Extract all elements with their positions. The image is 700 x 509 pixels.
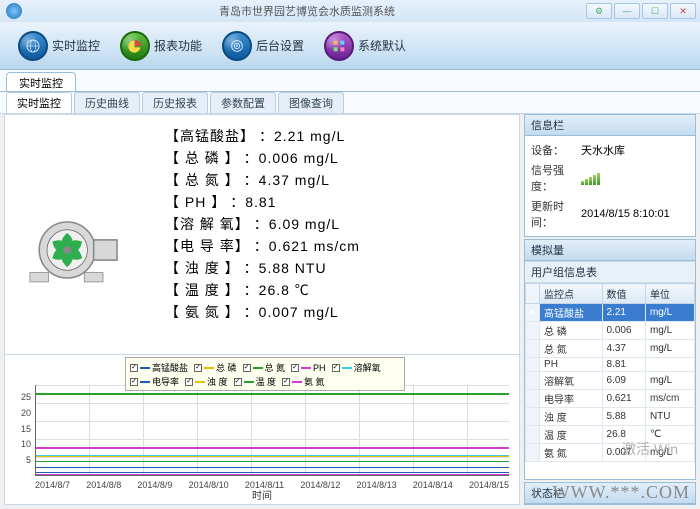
col-value[interactable]: 数值 bbox=[602, 284, 645, 304]
apps-icon bbox=[324, 31, 354, 61]
right-column: 信息栏 设备： 天水水库 信号强度： 更新时间： 2014/8/15 bbox=[524, 114, 696, 505]
legend-item[interactable]: ✓电导率 bbox=[130, 376, 179, 388]
info-panel: 信息栏 设备： 天水水库 信号强度： 更新时间： 2014/8/15 bbox=[524, 114, 696, 237]
window-minimize-button[interactable]: — bbox=[614, 3, 640, 19]
reading-line: 【溶 解 氧】：6.09 mg/L bbox=[165, 213, 360, 235]
signal-strength-icon bbox=[581, 171, 689, 185]
legend-item[interactable]: ✓氨 氮 bbox=[282, 376, 325, 388]
globe-icon bbox=[18, 31, 48, 61]
toolbar-default-button[interactable]: 系统默认 bbox=[316, 27, 414, 65]
device-label: 设备： bbox=[531, 142, 581, 158]
table-row[interactable]: 温 度26.8℃ bbox=[526, 426, 695, 444]
chart-plot-area[interactable] bbox=[35, 385, 509, 476]
col-unit[interactable]: 单位 bbox=[645, 284, 694, 304]
table-row[interactable]: 总 磷0.006mg/L bbox=[526, 322, 695, 340]
reading-line: 【 总 磷 】：0.006 mg/L bbox=[165, 147, 360, 169]
toolbar-realtime-label: 实时监控 bbox=[52, 37, 100, 54]
toolbar-report-label: 报表功能 bbox=[154, 37, 202, 54]
table-row[interactable]: 总 氮4.37mg/L bbox=[526, 340, 695, 358]
update-time-value: 2014/8/15 8:10:01 bbox=[581, 208, 689, 220]
legend-checkbox[interactable]: ✓ bbox=[185, 378, 193, 386]
chart-x-axis: 2014/8/72014/8/82014/8/92014/8/102014/8/… bbox=[35, 480, 509, 490]
analog-panel-header: 模拟量 bbox=[525, 240, 695, 261]
chart-legend: ✓高锰酸盐 ✓总 磷 ✓总 氮 ✓PH ✓溶解氧 ✓电导率 ✓浊 度 ✓温 度 ✓氨 氮 bbox=[125, 357, 405, 391]
table-row[interactable]: PH8.81 bbox=[526, 358, 695, 372]
tab-realtime[interactable]: 实时监控 bbox=[6, 92, 72, 113]
legend-checkbox[interactable]: ✓ bbox=[194, 364, 202, 372]
legend-item[interactable]: ✓高锰酸盐 bbox=[130, 362, 188, 374]
content-area: 【高锰酸盐】：2.21 mg/L【 总 磷 】：0.006 mg/L【 总 氮 … bbox=[4, 114, 696, 505]
main-toolbar: 实时监控 报表功能 后台设置 系统默认 bbox=[0, 22, 700, 70]
target-icon bbox=[222, 31, 252, 61]
tab-image-query[interactable]: 图像查询 bbox=[278, 92, 344, 113]
window-settings-button[interactable]: ⚙ bbox=[586, 3, 612, 19]
toolbar-backend-label: 后台设置 bbox=[256, 37, 304, 54]
signal-label: 信号强度： bbox=[531, 162, 581, 194]
info-panel-header: 信息栏 bbox=[525, 115, 695, 136]
reading-line: 【 浊 度 】：5.88 NTU bbox=[165, 257, 360, 279]
window-titlebar: 青岛市世界园艺博览会水质监测系统 ⚙ — ☐ ✕ bbox=[0, 0, 700, 22]
tab-param-config[interactable]: 参数配置 bbox=[210, 92, 276, 113]
table-row[interactable]: ▸高锰酸盐2.21mg/L bbox=[526, 304, 695, 322]
toolbar-default-label: 系统默认 bbox=[358, 37, 406, 54]
analog-group-header: 用户组信息表 bbox=[525, 261, 695, 283]
device-value: 天水水库 bbox=[581, 142, 689, 158]
legend-checkbox[interactable]: ✓ bbox=[130, 364, 138, 372]
reading-line: 【 温 度 】：26.8 ℃ bbox=[165, 279, 360, 301]
legend-item[interactable]: ✓总 氮 bbox=[243, 362, 286, 374]
table-row[interactable]: 溶解氧6.09mg/L bbox=[526, 372, 695, 390]
window-maximize-button[interactable]: ☐ bbox=[642, 3, 668, 19]
update-time-label: 更新时间： bbox=[531, 198, 581, 230]
table-row[interactable]: 电导率0.621ms/cm bbox=[526, 390, 695, 408]
left-column: 【高锰酸盐】：2.21 mg/L【 总 磷 】：0.006 mg/L【 总 氮 … bbox=[4, 114, 520, 505]
pump-icon bbox=[25, 215, 125, 285]
legend-checkbox[interactable]: ✓ bbox=[130, 378, 138, 386]
status-panel: 状态栏 bbox=[524, 482, 696, 505]
toolbar-realtime-button[interactable]: 实时监控 bbox=[10, 27, 108, 65]
legend-item[interactable]: ✓温 度 bbox=[234, 376, 277, 388]
reading-line: 【电 导 率】：0.621 ms/cm bbox=[165, 235, 360, 257]
outer-tab-realtime[interactable]: 实时监控 bbox=[6, 72, 76, 91]
pie-chart-icon bbox=[120, 31, 150, 61]
chart-x-label: 时间 bbox=[252, 487, 272, 502]
tab-history-report[interactable]: 历史报表 bbox=[142, 92, 208, 113]
legend-checkbox[interactable]: ✓ bbox=[282, 378, 290, 386]
reading-line: 【 氨 氮 】：0.007 mg/L bbox=[165, 301, 360, 323]
trend-chart: ✓高锰酸盐 ✓总 磷 ✓总 氮 ✓PH ✓溶解氧 ✓电导率 ✓浊 度 ✓温 度 ✓氨 氮 510… bbox=[5, 354, 519, 504]
chart-y-axis: 510152025 bbox=[13, 381, 33, 476]
analog-panel: 模拟量 用户组信息表 监控点 数值 单位 ▸高锰酸盐2.21mg/L总 磷0.0… bbox=[524, 239, 696, 480]
legend-item[interactable]: ✓PH bbox=[291, 362, 326, 374]
tab-history-curve[interactable]: 历史曲线 bbox=[74, 92, 140, 113]
toolbar-backend-button[interactable]: 后台设置 bbox=[214, 27, 312, 65]
readings-list: 【高锰酸盐】：2.21 mg/L【 总 磷 】：0.006 mg/L【 总 氮 … bbox=[165, 125, 360, 323]
reading-line: 【 PH 】：8.81 bbox=[165, 191, 360, 213]
status-panel-header: 状态栏 bbox=[525, 483, 695, 504]
reading-line: 【高锰酸盐】：2.21 mg/L bbox=[165, 125, 360, 147]
app-logo-icon bbox=[6, 3, 22, 19]
outer-tab-row: 实时监控 bbox=[0, 70, 700, 92]
table-row[interactable]: 氨 氮0.007mg/L bbox=[526, 444, 695, 462]
legend-checkbox[interactable]: ✓ bbox=[291, 364, 299, 372]
readings-pane: 【高锰酸盐】：2.21 mg/L【 总 磷 】：0.006 mg/L【 总 氮 … bbox=[5, 115, 519, 354]
window-title: 青岛市世界园艺博览会水质监测系统 bbox=[28, 3, 586, 19]
analog-data-table[interactable]: 监控点 数值 单位 ▸高锰酸盐2.21mg/L总 磷0.006mg/L总 氮4.… bbox=[525, 283, 695, 462]
legend-checkbox[interactable]: ✓ bbox=[234, 378, 242, 386]
reading-line: 【 总 氮 】：4.37 mg/L bbox=[165, 169, 360, 191]
legend-item[interactable]: ✓总 磷 bbox=[194, 362, 237, 374]
legend-checkbox[interactable]: ✓ bbox=[243, 364, 251, 372]
table-row[interactable]: 浊 度5.88NTU bbox=[526, 408, 695, 426]
legend-item[interactable]: ✓溶解氧 bbox=[332, 362, 381, 374]
inner-tab-row: 实时监控 历史曲线 历史报表 参数配置 图像查询 bbox=[0, 92, 700, 114]
legend-checkbox[interactable]: ✓ bbox=[332, 364, 340, 372]
legend-item[interactable]: ✓浊 度 bbox=[185, 376, 228, 388]
col-point[interactable]: 监控点 bbox=[540, 284, 603, 304]
toolbar-report-button[interactable]: 报表功能 bbox=[112, 27, 210, 65]
window-controls: ⚙ — ☐ ✕ bbox=[586, 3, 700, 19]
window-close-button[interactable]: ✕ bbox=[670, 3, 696, 19]
